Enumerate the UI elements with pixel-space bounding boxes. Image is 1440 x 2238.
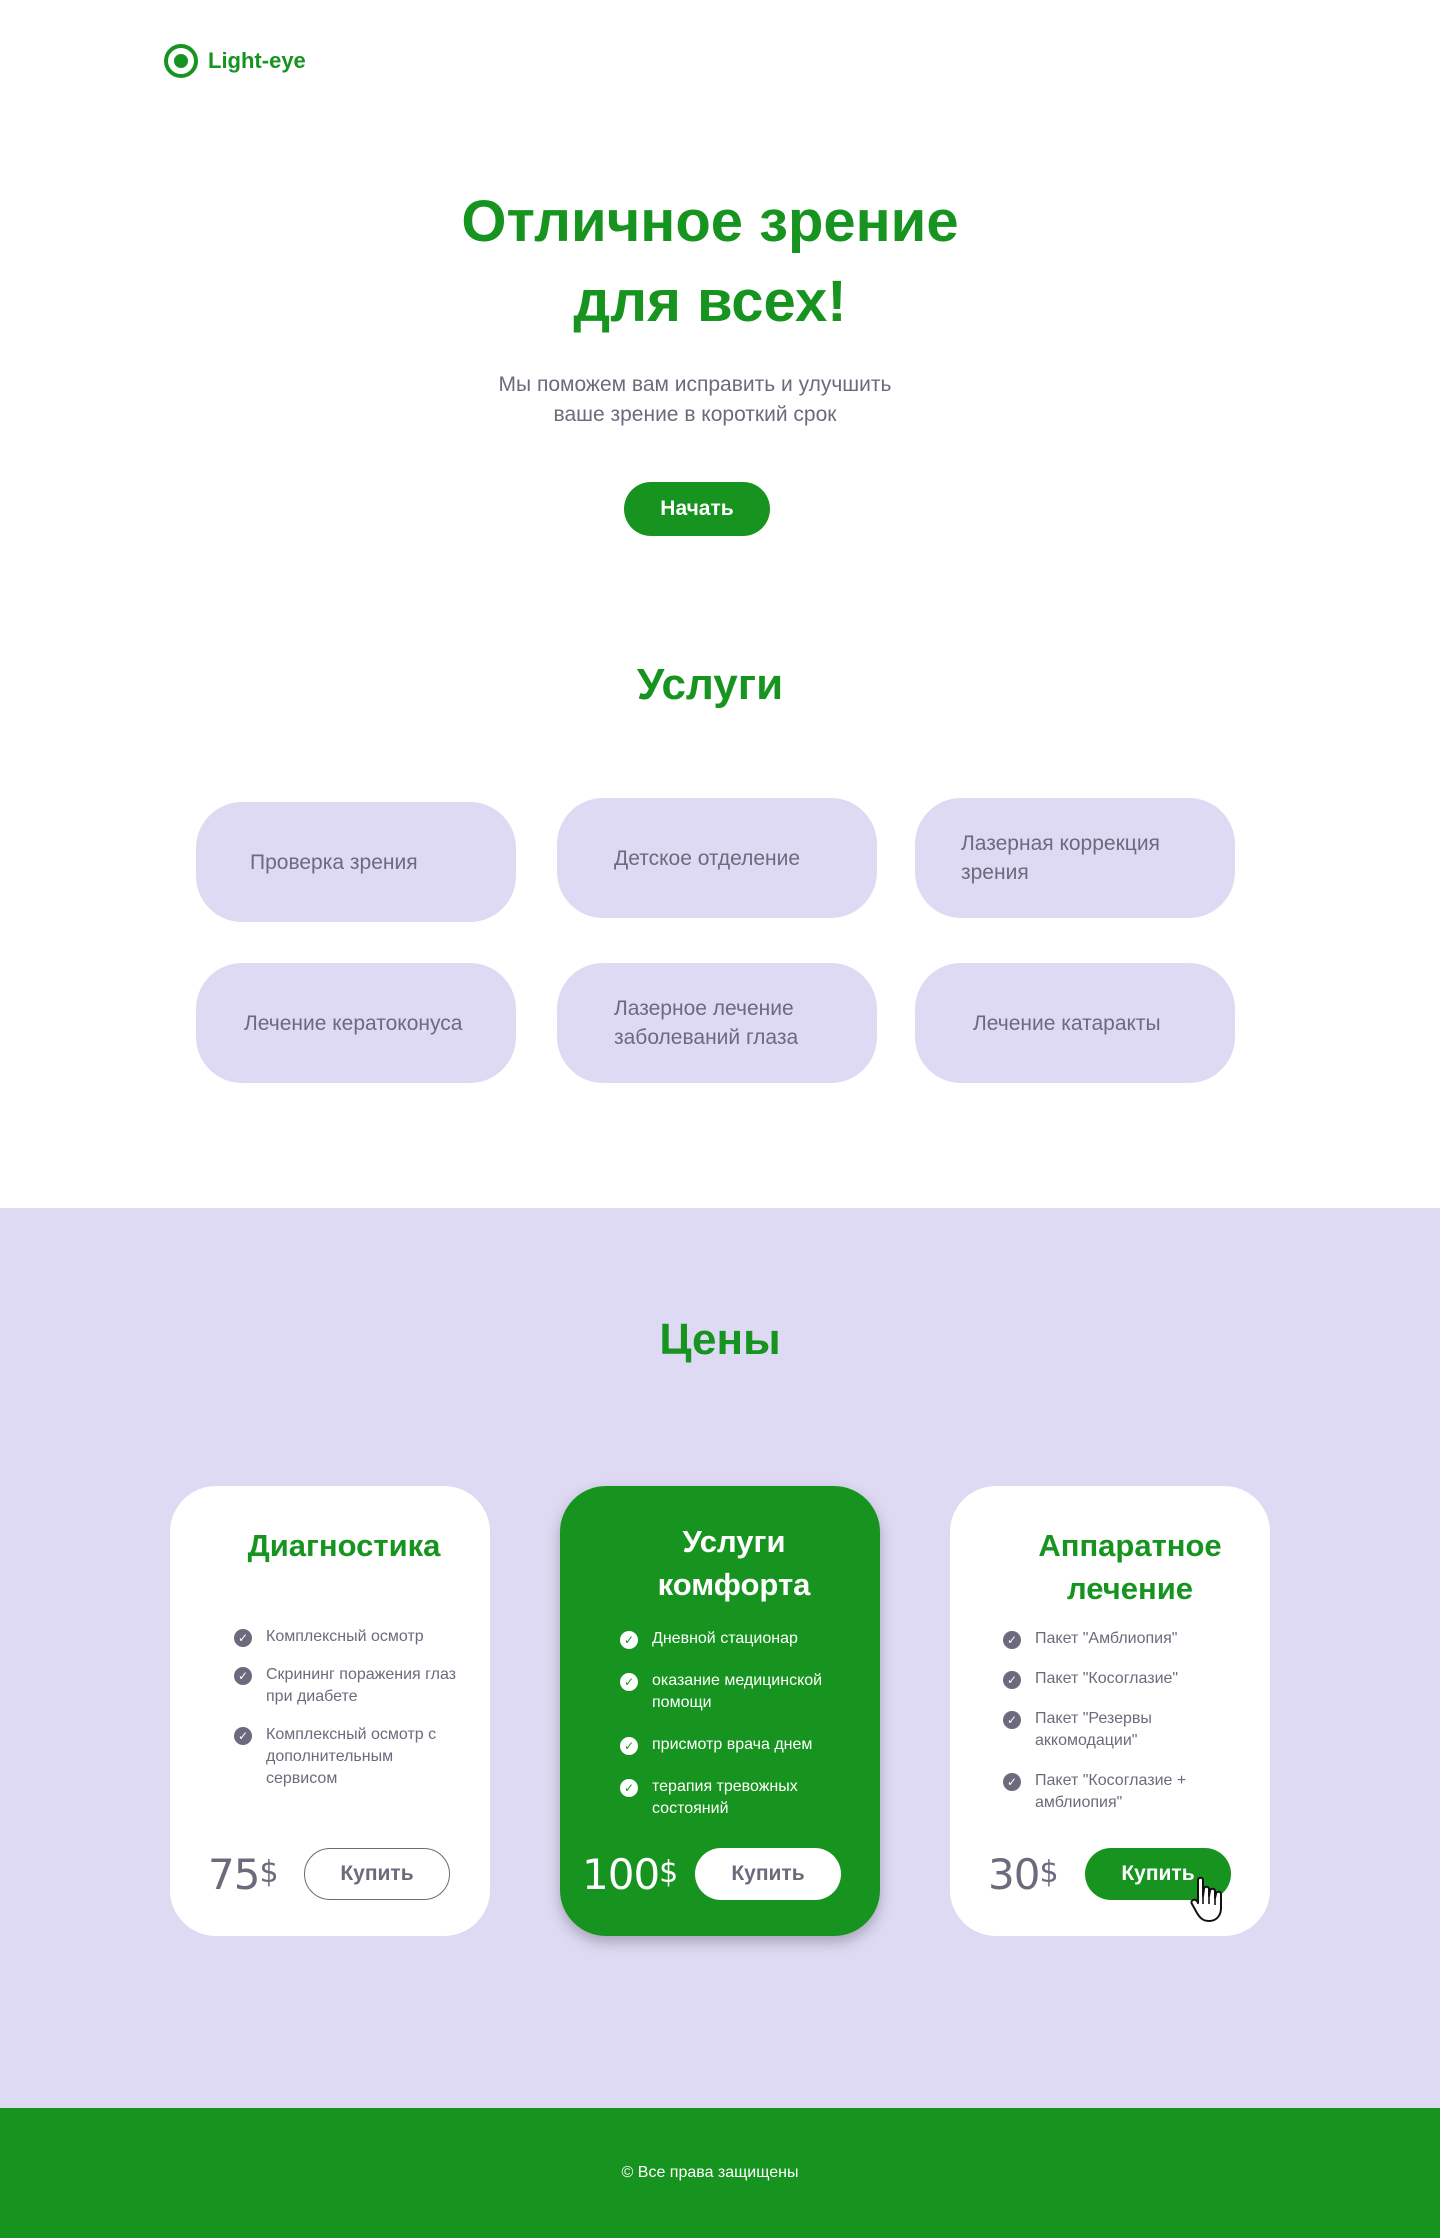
price-card-title: Услуги комфорта xyxy=(574,1520,894,1606)
hero-subtitle: Мы поможем вам исправить и улучшить ваше… xyxy=(0,370,1390,430)
hero-subtitle-line: ваше зрение в короткий срок xyxy=(553,403,837,426)
service-card-laser-treatment[interactable]: Лазерное лечение заболеваний глаза xyxy=(557,963,877,1083)
price-card-title-line: лечение xyxy=(1066,1571,1193,1606)
price-value: 30$ xyxy=(988,1850,1059,1899)
buy-button-comfort[interactable]: Купить xyxy=(695,1848,841,1900)
prices-section: Цены Диагностика ✓ Комплексный осмотр ✓ … xyxy=(0,1208,1440,2108)
check-icon: ✓ xyxy=(1003,1671,1021,1689)
feature-text: Скрининг поражения глаз при диабете xyxy=(266,1666,456,1705)
prices-title: Цены xyxy=(659,1315,781,1364)
service-card-laser-correction[interactable]: Лазерная коррекция зрения xyxy=(915,798,1235,918)
price-value: 75$ xyxy=(208,1850,279,1899)
hero-subtitle-line: Мы поможем вам исправить и улучшить xyxy=(498,373,892,396)
check-icon: ✓ xyxy=(620,1737,638,1755)
price-card-title: Диагностика xyxy=(184,1524,504,1567)
price-currency: $ xyxy=(1039,1855,1058,1890)
price-card-title: Аппаратное лечение xyxy=(970,1524,1290,1610)
price-currency: $ xyxy=(259,1855,278,1890)
service-card-children[interactable]: Детское отделение xyxy=(557,798,877,918)
feature-list: ✓ Комплексный осмотр ✓ Скрининг поражени… xyxy=(234,1626,466,1806)
feature-item: ✓ оказание медицинской помощи xyxy=(620,1670,860,1714)
price-amount: 100 xyxy=(582,1850,660,1899)
feature-item: ✓ присмотр врача днем xyxy=(620,1734,860,1756)
check-icon: ✓ xyxy=(620,1779,638,1797)
feature-text: Дневной стационар xyxy=(652,1630,798,1647)
check-icon: ✓ xyxy=(620,1673,638,1691)
feature-list: ✓ Пакет "Амблиопия" ✓ Пакет "Косоглазие"… xyxy=(1003,1628,1243,1832)
service-card-vision-check[interactable]: Проверка зрения xyxy=(196,802,516,922)
feature-item: ✓ Комплексный осмотр xyxy=(234,1626,466,1648)
service-card-keratoconus[interactable]: Лечение кератоконуса xyxy=(196,963,516,1083)
feature-text: Комплексный осмотр с дополнительным серв… xyxy=(266,1726,437,1787)
price-card-title-line: Аппаратное xyxy=(1038,1528,1222,1563)
feature-item: ✓ Пакет "Резервы аккомодации" xyxy=(1003,1708,1243,1752)
service-card-cataract[interactable]: Лечение катаракты xyxy=(915,963,1235,1083)
check-icon: ✓ xyxy=(620,1631,638,1649)
feature-item: ✓ Скрининг поражения глаз при диабете xyxy=(234,1664,466,1708)
check-icon: ✓ xyxy=(1003,1631,1021,1649)
check-icon: ✓ xyxy=(234,1667,252,1685)
feature-list: ✓ Дневной стационар ✓ оказание медицинск… xyxy=(620,1628,860,1840)
price-card-diagnostics: Диагностика ✓ Комплексный осмотр ✓ Скрин… xyxy=(170,1486,490,1936)
hero-title-line: Отличное зрение xyxy=(461,189,959,254)
price-currency: $ xyxy=(659,1855,678,1890)
feature-text: Пакет "Косоглазие" xyxy=(1035,1670,1179,1687)
feature-item: ✓ Пакет "Косоглазие + амблиопия" xyxy=(1003,1770,1243,1814)
feature-text: Пакет "Косоглазие + амблиопия" xyxy=(1035,1772,1187,1811)
price-card-title-line: Диагностика xyxy=(247,1528,441,1563)
start-button[interactable]: Начать xyxy=(624,482,770,536)
hero-title-line: для всех! xyxy=(573,269,847,334)
logo[interactable]: Light-eye xyxy=(164,44,306,78)
feature-text: Пакет "Резервы аккомодации" xyxy=(1035,1710,1152,1749)
feature-item: ✓ Дневной стационар xyxy=(620,1628,860,1650)
buy-button-diagnostics[interactable]: Купить xyxy=(304,1848,450,1900)
copyright-text: © Все права защищены xyxy=(621,2164,799,2181)
check-icon: ✓ xyxy=(234,1727,252,1745)
feature-item: ✓ Пакет "Амблиопия" xyxy=(1003,1628,1243,1650)
feature-text: присмотр врача днем xyxy=(652,1736,813,1753)
logo-text: Light-eye xyxy=(208,48,306,73)
hand-pointer-icon xyxy=(1190,1876,1222,1922)
footer: © Все права защищены xyxy=(0,2108,1440,2238)
price-amount: 75 xyxy=(208,1850,260,1899)
check-icon: ✓ xyxy=(234,1629,252,1647)
feature-text: Пакет "Амблиопия" xyxy=(1035,1630,1178,1647)
price-amount: 30 xyxy=(988,1850,1040,1899)
feature-item: ✓ Пакет "Косоглазие" xyxy=(1003,1668,1243,1690)
price-card-title-line: Услуги xyxy=(682,1524,786,1559)
landing-page: Light-eye Отличное зрение для всех! Мы п… xyxy=(0,0,1440,2238)
feature-text: терапия тревожных состояний xyxy=(652,1778,798,1817)
feature-text: Комплексный осмотр xyxy=(266,1628,424,1645)
eye-circle-icon xyxy=(164,44,198,78)
feature-item: ✓ терапия тревожных состояний xyxy=(620,1776,860,1820)
check-icon: ✓ xyxy=(1003,1773,1021,1791)
hero-title: Отличное зрение для всех! xyxy=(0,182,1420,342)
price-card-title-line: комфорта xyxy=(657,1567,811,1602)
feature-text: оказание медицинской помощи xyxy=(652,1672,823,1711)
check-icon: ✓ xyxy=(1003,1711,1021,1729)
price-card-hardware: Аппаратное лечение ✓ Пакет "Амблиопия" ✓… xyxy=(950,1486,1270,1936)
price-value: 100$ xyxy=(582,1850,678,1899)
price-card-comfort: Услуги комфорта ✓ Дневной стационар ✓ ок… xyxy=(560,1486,880,1936)
services-title: Услуги xyxy=(636,660,784,709)
feature-item: ✓ Комплексный осмотр с дополнительным се… xyxy=(234,1724,466,1790)
